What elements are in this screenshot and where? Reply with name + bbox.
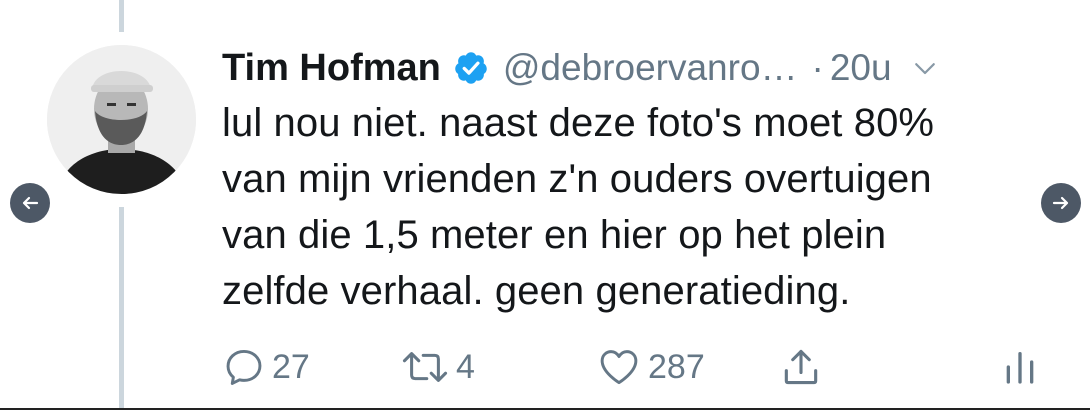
share-button[interactable] bbox=[779, 342, 823, 392]
retweet-icon bbox=[402, 352, 448, 382]
analytics-icon bbox=[1006, 352, 1034, 384]
heart-icon bbox=[600, 350, 638, 385]
verified-badge-icon bbox=[453, 50, 489, 86]
avatar-image bbox=[47, 45, 196, 194]
avatar[interactable] bbox=[47, 45, 196, 194]
next-tweet-button[interactable] bbox=[1041, 183, 1081, 223]
share-icon bbox=[784, 349, 818, 385]
tweet-text-line: van mijn vrienden z'n ouders overtuigen bbox=[222, 157, 932, 201]
arrow-left-icon bbox=[22, 196, 39, 210]
chevron-down-icon[interactable] bbox=[910, 53, 940, 83]
tweet-text-line: van die 1,5 meter en hier op het plein bbox=[222, 213, 887, 257]
tweet-text-line: zelfde verhaal. geen generatieding. bbox=[222, 269, 851, 313]
reply-icon bbox=[226, 349, 262, 385]
thread-line-top bbox=[119, 0, 124, 32]
header-separator: · bbox=[811, 47, 824, 88]
tweet-header: Tim Hofman @debroervanro… · 20u bbox=[222, 38, 1052, 98]
arrow-right-icon bbox=[1052, 196, 1069, 210]
reply-button[interactable]: 27 bbox=[222, 342, 310, 392]
like-button[interactable]: 287 bbox=[596, 342, 705, 392]
previous-tweet-button[interactable] bbox=[10, 183, 50, 223]
tweet-timestamp[interactable]: 20u bbox=[830, 47, 892, 89]
author-name[interactable]: Tim Hofman bbox=[222, 47, 441, 90]
tweet-text: lul nou niet. naast deze foto's moet 80%… bbox=[222, 95, 1042, 319]
reply-count: 27 bbox=[272, 347, 310, 386]
like-count: 287 bbox=[648, 347, 705, 386]
thread-line-bottom bbox=[119, 207, 124, 410]
author-handle[interactable]: @debroervanro… bbox=[503, 47, 798, 89]
retweet-count: 4 bbox=[456, 347, 475, 386]
retweet-button[interactable]: 4 bbox=[400, 342, 475, 392]
analytics-button[interactable] bbox=[1000, 342, 1040, 392]
tweet-text-line: lul nou niet. naast deze foto's moet 80% bbox=[222, 101, 935, 145]
tweet-actions: 27 4 287 bbox=[222, 342, 1052, 398]
